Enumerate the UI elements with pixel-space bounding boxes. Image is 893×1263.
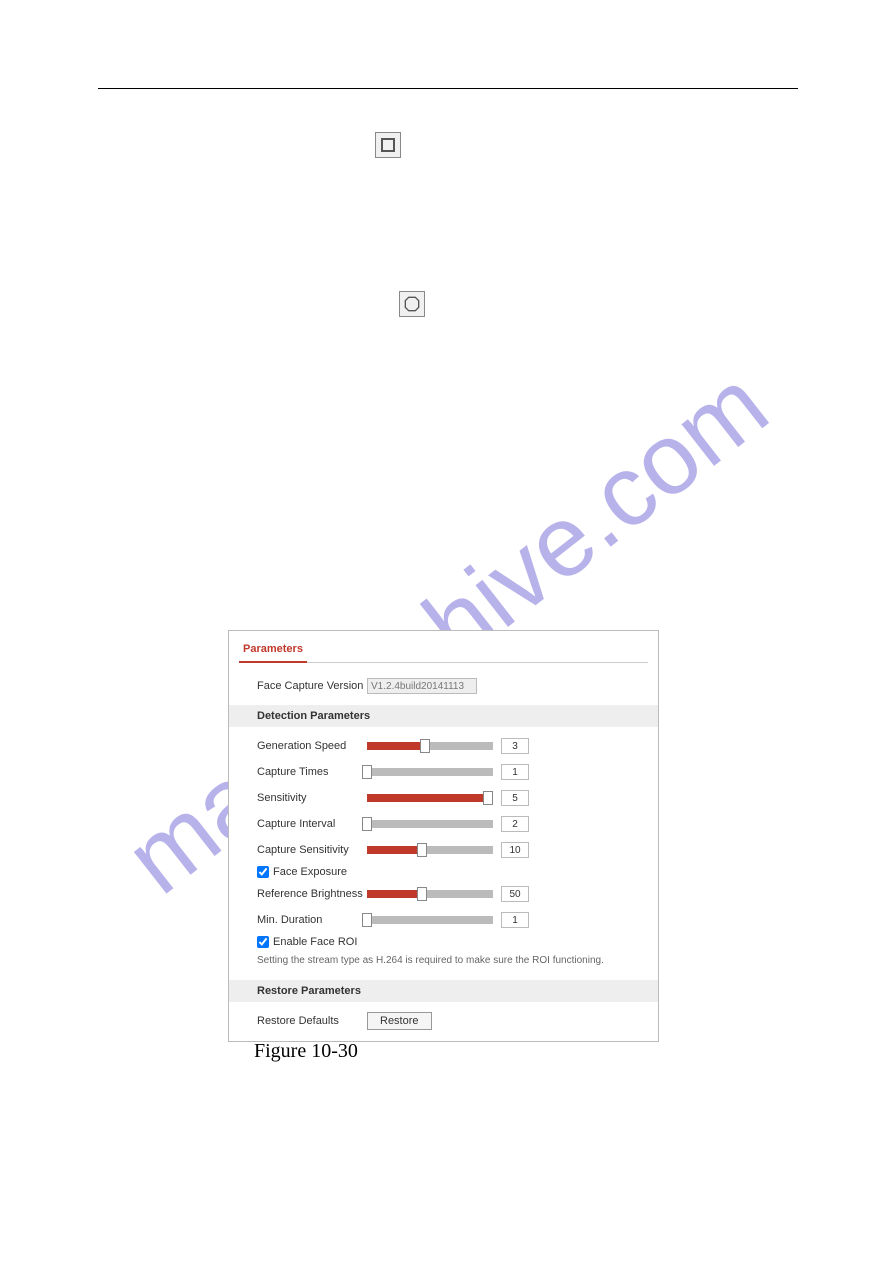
min-duration-row: Min. Duration 1 xyxy=(229,907,658,933)
reference-brightness-fill xyxy=(367,890,422,898)
capture-interval-label: Capture Interval xyxy=(257,818,367,830)
min-duration-value[interactable]: 1 xyxy=(501,912,529,928)
sensitivity-label: Sensitivity xyxy=(257,792,367,804)
capture-times-slider-wrap: 1 xyxy=(367,764,648,780)
generation-speed-label: Generation Speed xyxy=(257,740,367,752)
face-capture-version-row: Face Capture Version V1.2.4build20141113 xyxy=(229,673,658,699)
sensitivity-slider-wrap: 5 xyxy=(367,790,648,806)
reference-brightness-label: Reference Brightness xyxy=(257,888,367,900)
min-duration-label: Min. Duration xyxy=(257,914,367,926)
sensitivity-thumb[interactable] xyxy=(483,791,493,805)
capture-interval-slider[interactable] xyxy=(367,820,493,828)
sensitivity-value[interactable]: 5 xyxy=(501,790,529,806)
figure-caption: Figure 10-30 xyxy=(254,1040,358,1063)
octagon-icon[interactable] xyxy=(399,291,425,317)
sensitivity-slider[interactable] xyxy=(367,794,493,802)
capture-times-thumb[interactable] xyxy=(362,765,372,779)
capture-times-value[interactable]: 1 xyxy=(501,764,529,780)
capture-sensitivity-thumb[interactable] xyxy=(417,843,427,857)
min-duration-thumb[interactable] xyxy=(362,913,372,927)
generation-speed-row: Generation Speed 3 xyxy=(229,733,658,759)
min-duration-slider[interactable] xyxy=(367,916,493,924)
capture-times-label: Capture Times xyxy=(257,766,367,778)
capture-interval-row: Capture Interval 2 xyxy=(229,811,658,837)
stop-icon-glyph xyxy=(381,138,395,152)
header-rule xyxy=(98,88,798,89)
stop-icon[interactable] xyxy=(375,132,401,158)
face-exposure-label: Face Exposure xyxy=(273,866,347,878)
detection-parameters-heading: Detection Parameters xyxy=(229,705,658,727)
capture-sensitivity-fill xyxy=(367,846,422,854)
restore-parameters-heading: Restore Parameters xyxy=(229,980,658,1002)
restore-defaults-row: Restore Defaults Restore xyxy=(229,1008,658,1041)
reference-brightness-thumb[interactable] xyxy=(417,887,427,901)
page: manualshive.com Parameters Face Capture … xyxy=(0,0,893,1263)
enable-face-roi-checkbox[interactable] xyxy=(257,936,269,948)
octagon-icon-glyph xyxy=(404,296,420,312)
capture-interval-value[interactable]: 2 xyxy=(501,816,529,832)
restore-button[interactable]: Restore xyxy=(367,1012,432,1030)
generation-speed-value[interactable]: 3 xyxy=(501,738,529,754)
tab-row: Parameters xyxy=(229,631,658,662)
generation-speed-slider-wrap: 3 xyxy=(367,738,648,754)
parameters-panel: Parameters Face Capture Version V1.2.4bu… xyxy=(228,630,659,1042)
capture-sensitivity-slider[interactable] xyxy=(367,846,493,854)
capture-interval-thumb[interactable] xyxy=(362,817,372,831)
generation-speed-thumb[interactable] xyxy=(420,739,430,753)
reference-brightness-row: Reference Brightness 50 xyxy=(229,881,658,907)
roi-note: Setting the stream type as H.264 is requ… xyxy=(229,951,658,974)
sensitivity-fill xyxy=(367,794,488,802)
enable-face-roi-label: Enable Face ROI xyxy=(273,936,357,948)
capture-sensitivity-label: Capture Sensitivity xyxy=(257,844,367,856)
capture-sensitivity-row: Capture Sensitivity 10 xyxy=(229,837,658,863)
generation-speed-fill xyxy=(367,742,425,750)
min-duration-slider-wrap: 1 xyxy=(367,912,648,928)
sensitivity-row: Sensitivity 5 xyxy=(229,785,658,811)
reference-brightness-slider[interactable] xyxy=(367,890,493,898)
face-exposure-checkbox[interactable] xyxy=(257,866,269,878)
face-capture-version-label: Face Capture Version xyxy=(257,680,367,692)
capture-times-slider[interactable] xyxy=(367,768,493,776)
capture-sensitivity-value[interactable]: 10 xyxy=(501,842,529,858)
tab-parameters[interactable]: Parameters xyxy=(239,639,307,663)
reference-brightness-value[interactable]: 50 xyxy=(501,886,529,902)
capture-times-row: Capture Times 1 xyxy=(229,759,658,785)
face-capture-version-field: V1.2.4build20141113 xyxy=(367,678,477,694)
reference-brightness-slider-wrap: 50 xyxy=(367,886,648,902)
restore-defaults-label: Restore Defaults xyxy=(257,1015,367,1027)
face-exposure-row: Face Exposure xyxy=(229,863,658,881)
capture-interval-slider-wrap: 2 xyxy=(367,816,648,832)
generation-speed-slider[interactable] xyxy=(367,742,493,750)
enable-face-roi-row: Enable Face ROI xyxy=(229,933,658,951)
capture-sensitivity-slider-wrap: 10 xyxy=(367,842,648,858)
